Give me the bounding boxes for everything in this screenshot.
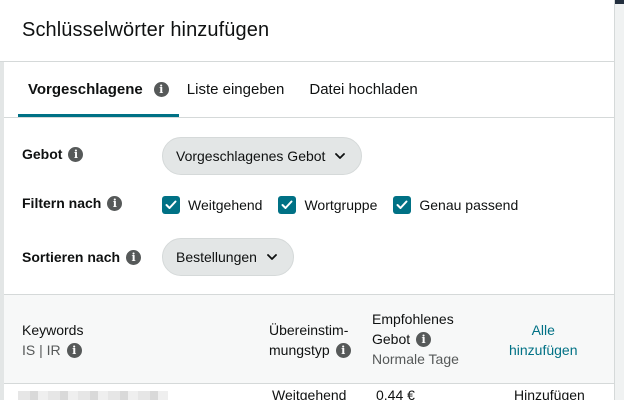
col-keywords: Keywords IS | IR i	[22, 320, 83, 360]
tab-suggested[interactable]: Vorgeschlagene i	[18, 61, 179, 117]
filter-label: Filtern nach i	[22, 195, 123, 211]
sort-label-text: Sortieren nach	[22, 249, 121, 265]
info-icon[interactable]: i	[107, 195, 123, 211]
tab-enter-list[interactable]: Liste eingeben	[187, 61, 285, 117]
filter-broad-label: Weitgehend	[188, 197, 263, 213]
bid-dropdown-value: Vorgeschlagenes Gebot	[176, 148, 326, 164]
modal-title: Schlüsselwörter hinzufügen	[22, 19, 270, 41]
add-keyword-link[interactable]: Hinzufügen	[514, 387, 585, 400]
bid-label-text: Gebot	[22, 146, 63, 162]
checkmark-icon[interactable]	[278, 196, 297, 214]
keywords-table-header: Keywords IS | IR i Übereinstim- mungstyp…	[4, 294, 614, 384]
bid-label: Gebot i	[22, 146, 84, 162]
col-suggested-bid-label-2: Gebot	[372, 331, 411, 347]
tab-enter-list-label: Liste eingeben	[186, 80, 285, 98]
chevron-down-icon	[335, 153, 346, 159]
sort-label: Sortieren nach i	[22, 249, 142, 265]
info-icon[interactable]: i	[126, 249, 142, 265]
tab-suggested-label: Vorgeschlagene	[28, 80, 143, 98]
scrollbar-cap	[615, 0, 624, 4]
tab-upload-file-label: Datei hochladen	[309, 80, 418, 98]
modal-header: Schlüsselwörter hinzufügen	[0, 0, 624, 62]
add-all-label-1: Alle	[531, 322, 555, 338]
tab-upload-file[interactable]: Datei hochladen	[309, 61, 417, 117]
col-match-type-label-2: mungstyp	[269, 342, 330, 358]
sort-dropdown-value: Bestellungen	[176, 249, 257, 265]
info-icon[interactable]: i	[416, 331, 432, 347]
filter-checkboxes: Weitgehend Wortgruppe Genau passend	[162, 196, 518, 214]
checkmark-icon[interactable]	[162, 196, 180, 214]
info-icon[interactable]: i	[66, 342, 82, 358]
keyword-options-form: Gebot i Vorgeschlagenes Gebot Filtern na…	[4, 118, 614, 294]
filter-exact-label: Genau passend	[419, 197, 519, 213]
checkmark-icon[interactable]	[393, 196, 412, 214]
col-suggested-bid: Empfohlenes Gebot i Normale Tage	[372, 309, 459, 369]
col-suggested-bid-sub: Normale Tage	[372, 351, 459, 367]
chevron-down-icon	[267, 254, 277, 260]
filter-phrase-checkbox[interactable]: Wortgruppe	[278, 196, 377, 214]
col-match-type-label-1: Übereinstim-	[269, 322, 349, 338]
add-all-label-2: hinzufügen	[509, 342, 578, 358]
table-row: Weitgehend 0,44 € Hinzufügen	[4, 384, 614, 400]
bid-dropdown[interactable]: Vorgeschlagenes Gebot	[162, 137, 363, 175]
filter-broad-checkbox[interactable]: Weitgehend	[162, 196, 262, 214]
row-match-type: Weitgehend	[272, 387, 347, 400]
info-icon[interactable]: i	[335, 342, 351, 358]
col-suggested-bid-label-1: Empfohlenes	[372, 311, 454, 327]
tab-bar: Vorgeschlagene i Liste eingeben Datei ho…	[4, 62, 614, 118]
filter-phrase-label: Wortgruppe	[304, 197, 378, 213]
filter-label-text: Filtern nach	[22, 195, 102, 211]
add-keywords-modal: Schlüsselwörter hinzufügen Vorgeschlagen…	[0, 0, 624, 400]
modal-scrollbar[interactable]	[614, 0, 624, 400]
keyword-text-blurred	[18, 391, 168, 400]
row-bid: 0,44 €	[376, 387, 415, 400]
add-all-link[interactable]: Alle hinzufügen	[509, 320, 578, 360]
filter-exact-checkbox[interactable]: Genau passend	[393, 196, 518, 214]
info-icon[interactable]: i	[68, 146, 84, 162]
col-keywords-label: Keywords	[22, 322, 84, 338]
col-match-type: Übereinstim- mungstyp i	[269, 320, 351, 360]
sort-dropdown[interactable]: Bestellungen	[162, 238, 294, 276]
info-icon[interactable]: i	[153, 81, 169, 97]
col-keywords-sub: IS | IR	[22, 342, 61, 358]
